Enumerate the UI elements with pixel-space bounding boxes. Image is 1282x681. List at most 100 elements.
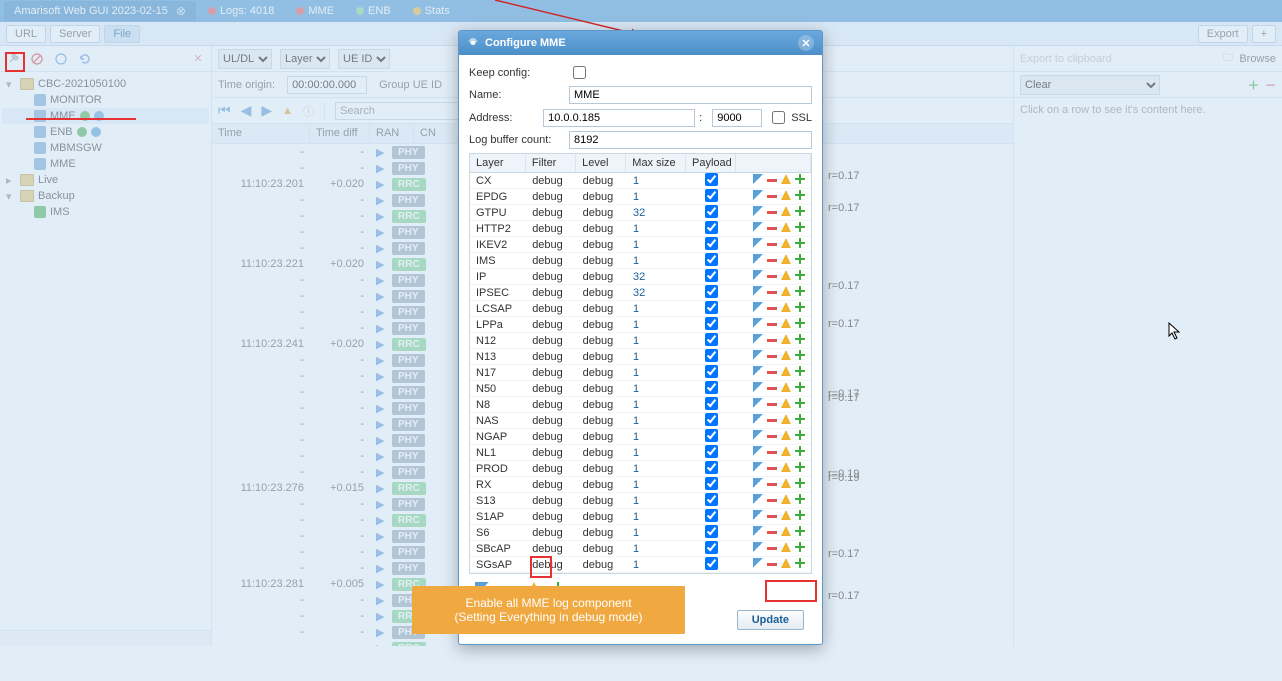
warn-icon[interactable]: [781, 430, 791, 440]
edit-icon[interactable]: [753, 478, 763, 488]
delete-icon[interactable]: ✕: [189, 50, 207, 68]
edit-icon[interactable]: [753, 542, 763, 552]
tab[interactable]: Stats: [403, 1, 460, 21]
layer-row[interactable]: IMSdebugdebug1: [470, 253, 811, 269]
add-icon[interactable]: [795, 510, 805, 520]
add-icon[interactable]: [795, 382, 805, 392]
buffer-input[interactable]: [569, 131, 812, 149]
payload-check[interactable]: [705, 461, 718, 474]
edit-icon[interactable]: [753, 526, 763, 536]
add-icon[interactable]: [795, 542, 805, 552]
layer-row[interactable]: SBcAPdebugdebug1: [470, 541, 811, 557]
layer-row[interactable]: NGAPdebugdebug1: [470, 429, 811, 445]
remove-icon[interactable]: [767, 259, 777, 262]
warn-icon[interactable]: [781, 542, 791, 552]
tab[interactable]: Amarisoft Web GUI 2023-02-15⊗: [4, 1, 196, 21]
remove-icon[interactable]: [767, 227, 777, 230]
payload-check[interactable]: [705, 413, 718, 426]
edit-icon[interactable]: [753, 414, 763, 424]
warn-icon[interactable]: [781, 510, 791, 520]
ssl-check[interactable]: [772, 111, 785, 124]
payload-check[interactable]: [705, 365, 718, 378]
edit-icon[interactable]: [753, 462, 763, 472]
remove-icon[interactable]: [767, 515, 777, 518]
warn-icon[interactable]: [781, 222, 791, 232]
warn-icon[interactable]: [781, 350, 791, 360]
add-icon[interactable]: ＋: [1248, 77, 1259, 93]
tree-node[interactable]: ▾Backup: [2, 188, 209, 204]
layer-row[interactable]: NASdebugdebug1: [470, 413, 811, 429]
layer-row[interactable]: RXdebugdebug1: [470, 477, 811, 493]
edit-icon[interactable]: [753, 222, 763, 232]
edit-icon[interactable]: [753, 510, 763, 520]
edit-icon[interactable]: [753, 430, 763, 440]
add-icon[interactable]: [795, 190, 805, 200]
edit-icon[interactable]: [753, 302, 763, 312]
stop-icon[interactable]: [28, 50, 46, 68]
warn-icon[interactable]: [781, 478, 791, 488]
payload-check[interactable]: [705, 333, 718, 346]
update-button[interactable]: Update: [737, 610, 804, 630]
dialog-title-bar[interactable]: Configure MME ✕: [459, 31, 822, 55]
payload-check[interactable]: [705, 269, 718, 282]
warn-icon[interactable]: [781, 382, 791, 392]
edit-icon[interactable]: [753, 286, 763, 296]
btn-url[interactable]: URL: [6, 25, 46, 43]
edit-icon[interactable]: [753, 494, 763, 504]
edit-icon[interactable]: [753, 254, 763, 264]
add-icon[interactable]: [795, 286, 805, 296]
port-input[interactable]: [712, 109, 762, 127]
add-icon[interactable]: [795, 206, 805, 216]
remove-icon[interactable]: [767, 243, 777, 246]
layer-row[interactable]: SGsAPdebugdebug1: [470, 557, 811, 573]
payload-check[interactable]: [705, 493, 718, 506]
keep-config-check[interactable]: [573, 66, 586, 79]
layer-row[interactable]: N13debugdebug1: [470, 349, 811, 365]
warn-icon[interactable]: [781, 446, 791, 456]
remove-icon[interactable]: [767, 467, 777, 470]
payload-check[interactable]: [705, 221, 718, 234]
layer-row[interactable]: EPDGdebugdebug1: [470, 189, 811, 205]
warn-icon[interactable]: [781, 254, 791, 264]
edit-icon[interactable]: [753, 174, 763, 184]
warn-icon[interactable]: [781, 190, 791, 200]
add-icon[interactable]: [795, 558, 805, 568]
layer-row[interactable]: NL1debugdebug1: [470, 445, 811, 461]
layer-row[interactable]: N12debugdebug1: [470, 333, 811, 349]
layer-row[interactable]: S6debugdebug1: [470, 525, 811, 541]
address-input[interactable]: [543, 109, 695, 127]
tree-node[interactable]: MME: [2, 108, 209, 124]
time-origin-input[interactable]: [287, 76, 367, 94]
add-icon[interactable]: [795, 430, 805, 440]
warn-icon[interactable]: [781, 366, 791, 376]
tree-node[interactable]: ENB: [2, 124, 209, 140]
btn-file[interactable]: File: [104, 25, 140, 43]
layer-row[interactable]: GTPUdebugdebug32: [470, 205, 811, 221]
add-icon[interactable]: [795, 334, 805, 344]
add-icon[interactable]: [795, 174, 805, 184]
add-icon[interactable]: [795, 270, 805, 280]
payload-check[interactable]: [705, 541, 718, 554]
remove-icon[interactable]: [767, 435, 777, 438]
add-icon[interactable]: [795, 398, 805, 408]
layer-select[interactable]: Layer: [280, 49, 330, 69]
payload-check[interactable]: [705, 349, 718, 362]
warn-icon[interactable]: [781, 174, 791, 184]
add-icon[interactable]: [795, 478, 805, 488]
warn-icon[interactable]: [781, 398, 791, 408]
payload-check[interactable]: [705, 509, 718, 522]
first-icon[interactable]: ⏮: [218, 102, 231, 119]
payload-check[interactable]: [705, 173, 718, 186]
tree-node[interactable]: ▾CBC-2021050100: [2, 76, 209, 92]
warn-icon[interactable]: [781, 558, 791, 568]
remove-icon[interactable]: [767, 403, 777, 406]
btn-export[interactable]: Export: [1198, 25, 1248, 43]
add-icon[interactable]: [795, 318, 805, 328]
warn-icon[interactable]: [781, 238, 791, 248]
warn-icon[interactable]: [781, 462, 791, 472]
h-scrollbar[interactable]: [0, 630, 211, 646]
name-input[interactable]: [569, 86, 812, 104]
prev-icon[interactable]: ◀: [241, 102, 252, 119]
edit-icon[interactable]: [753, 558, 763, 568]
remove-icon[interactable]: [767, 451, 777, 454]
